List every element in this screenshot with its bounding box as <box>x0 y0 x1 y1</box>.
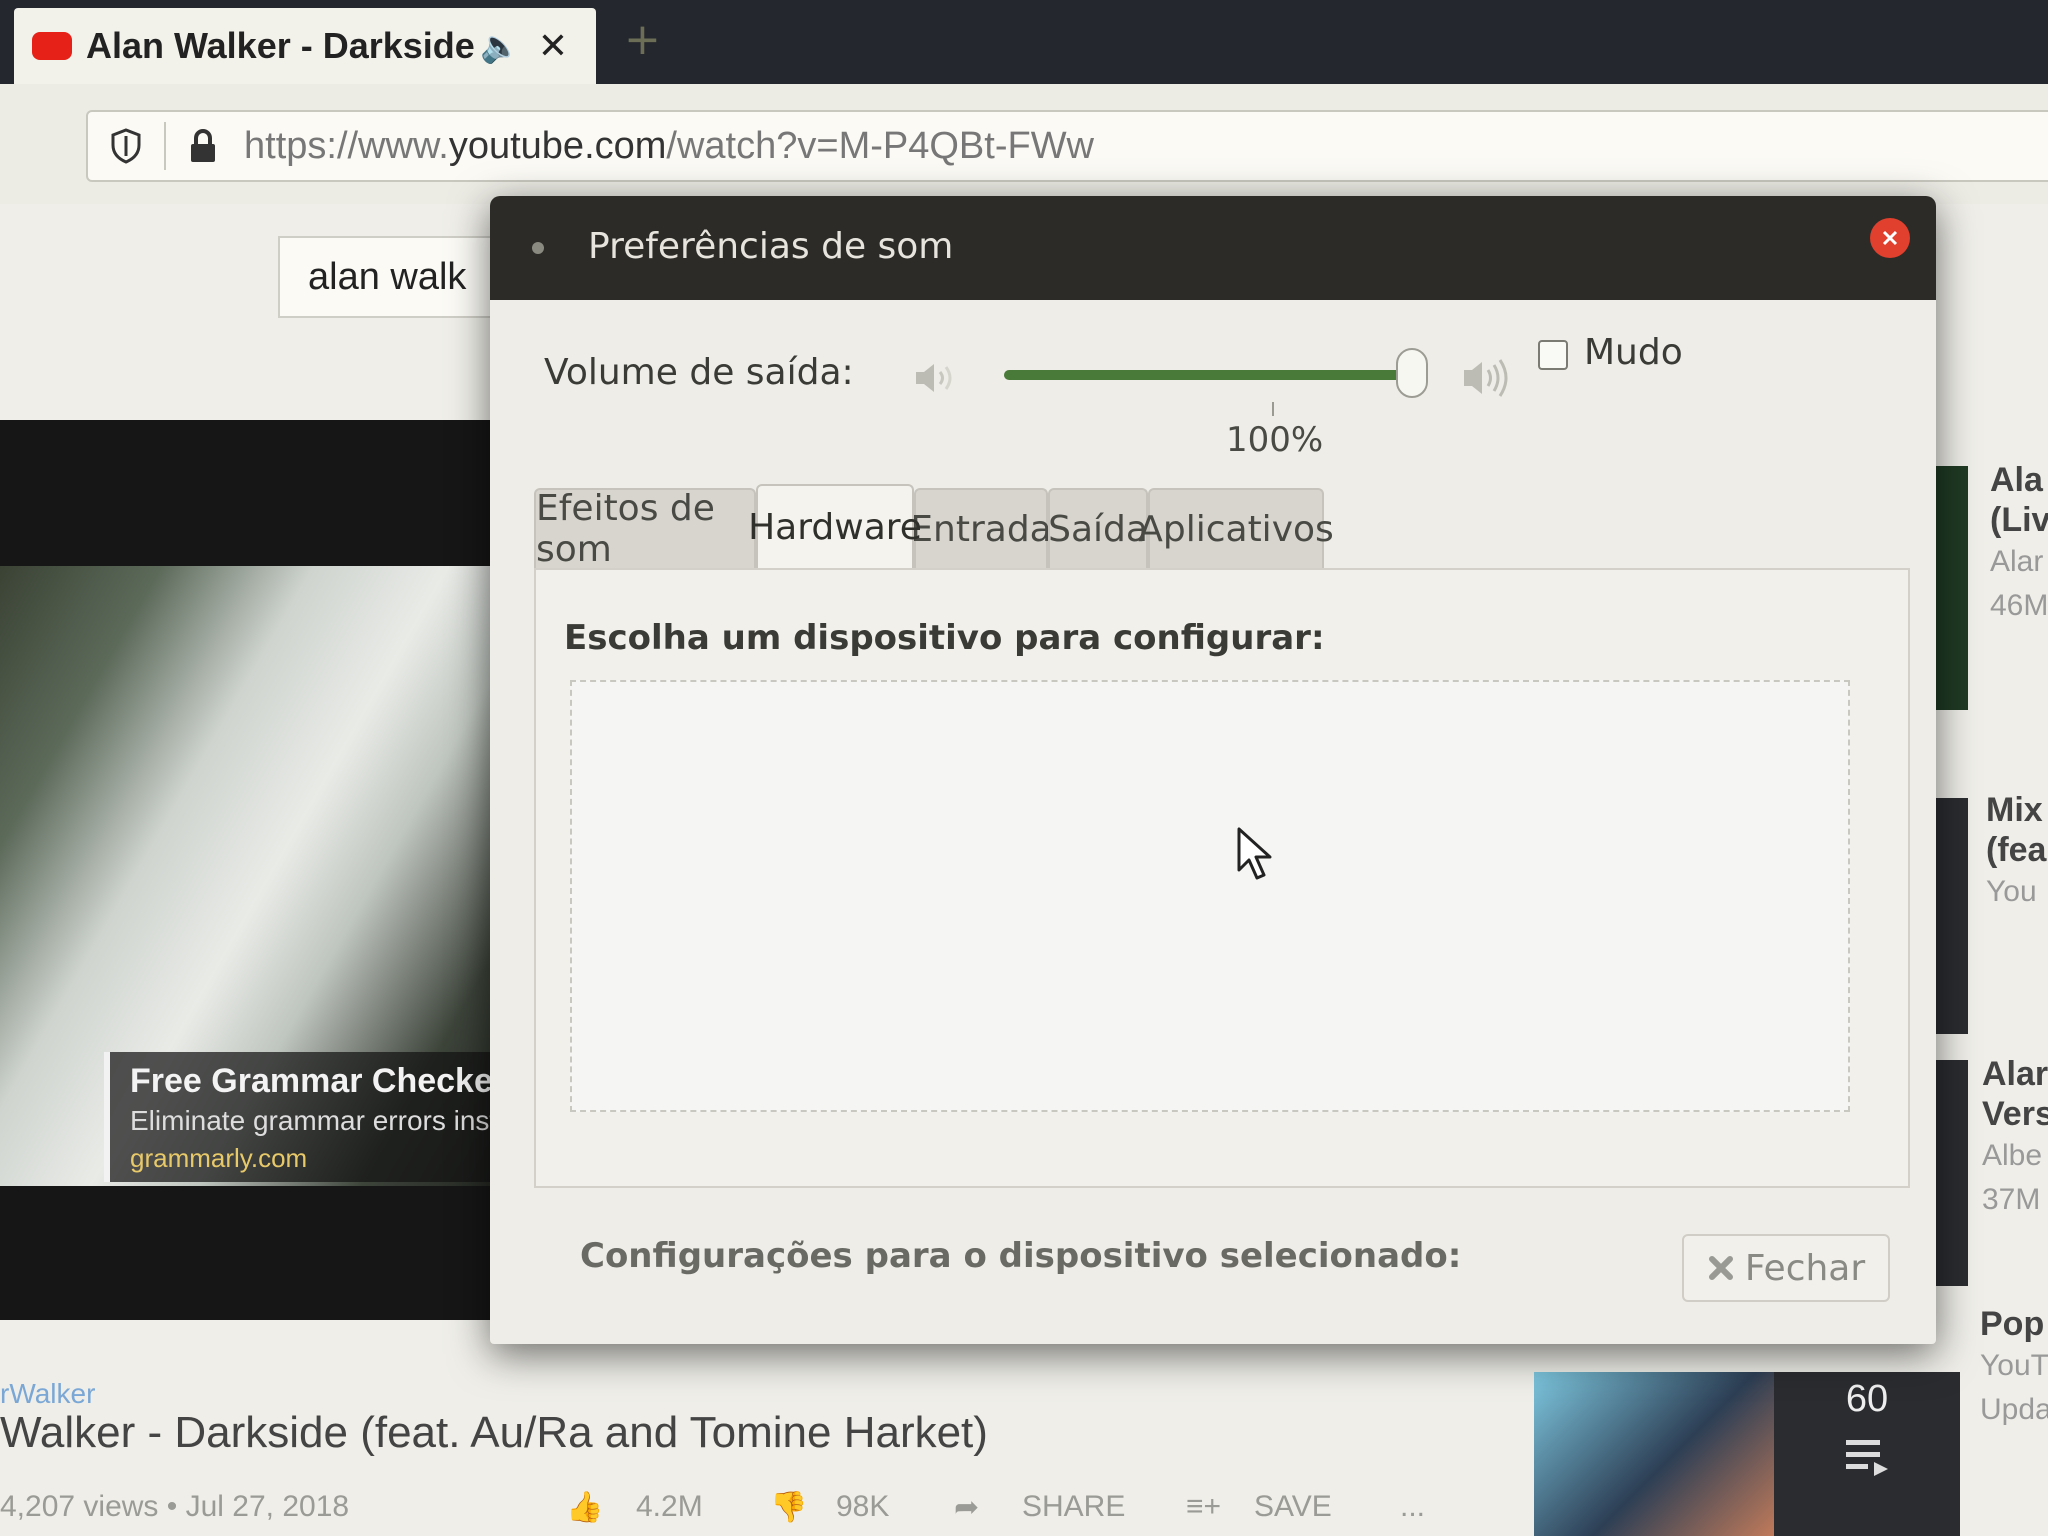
related-views: 37M <box>1982 1183 2041 1216</box>
output-volume-label: Volume de saída: <box>544 352 854 393</box>
volume-slider[interactable] <box>1004 370 1424 380</box>
device-list[interactable] <box>570 680 1850 1112</box>
url-text[interactable]: https://www.youtube.com/watch?v=M-P4QBt-… <box>244 125 1094 168</box>
mute-label[interactable]: Mudo <box>1584 332 1683 373</box>
related-item[interactable]: Alar Vers Albe 37M <box>1982 1054 2048 1222</box>
more-button[interactable]: ... <box>1400 1490 1425 1524</box>
url-domain: youtube.com <box>448 124 667 167</box>
speaker-low-icon <box>916 364 952 392</box>
related-channel: Albe <box>1982 1139 2043 1172</box>
related-item[interactable]: Pop YouT Upda <box>1980 1304 2048 1432</box>
share-icon[interactable]: ➦ <box>954 1490 979 1525</box>
window-menu-icon[interactable] <box>532 242 544 254</box>
related-thumbnail[interactable] <box>1932 1060 1968 1286</box>
related-channel: Alar <box>1990 545 2044 578</box>
tab-applications[interactable]: Aplicativos <box>1138 488 1334 568</box>
dialog-titlebar[interactable]: Preferências de som <box>490 196 1936 300</box>
tab-output[interactable]: Saída <box>1048 488 1148 568</box>
youtube-logo-icon <box>32 32 72 60</box>
speaker-icon[interactable]: 🔈 <box>480 27 520 65</box>
ad-overlay[interactable]: Free Grammar Checker Eliminate grammar e… <box>104 1052 540 1182</box>
related-channel: YouT <box>1980 1349 2048 1382</box>
url-path: /watch?v=M-P4QBt-FWw <box>666 124 1094 167</box>
related-item[interactable]: Mix (fea You <box>1986 790 2048 914</box>
navigation-bar: https://www.youtube.com/watch?v=M-P4QBt-… <box>0 84 2048 204</box>
like-icon[interactable]: 👍 <box>566 1490 603 1525</box>
playlist-icon <box>1846 1440 1888 1476</box>
sound-preferences-dialog: Preferências de som Volume de saída: 100… <box>490 196 1936 1344</box>
related-title: (fea <box>1986 831 2047 869</box>
related-title: Alar <box>1982 1055 2048 1093</box>
playlist-count: 60 <box>1845 1378 1889 1420</box>
dialog-tabs: Efeitos de som Hardware Entrada Saída Ap… <box>534 484 1934 570</box>
dislike-icon[interactable]: 👎 <box>770 1490 807 1525</box>
mute-checkbox[interactable] <box>1538 340 1568 370</box>
tab-title: Alan Walker - Darkside <box>86 25 475 66</box>
related-thumbnail[interactable] <box>1932 466 1968 710</box>
shield-icon[interactable] <box>106 126 146 166</box>
channel-name[interactable]: rWalker <box>0 1378 95 1410</box>
close-button[interactable]: Fechar <box>1682 1234 1890 1302</box>
mouse-cursor-icon <box>1237 827 1272 880</box>
tab-sound-effects[interactable]: Efeitos de som <box>534 488 756 570</box>
save-icon[interactable]: ≡+ <box>1186 1490 1221 1524</box>
related-item[interactable]: Ala (Liv Alar 46M <box>1990 460 2048 628</box>
related-title: Vers <box>1982 1095 2048 1133</box>
tab-hardware[interactable]: Hardware <box>748 484 922 568</box>
browser-tab[interactable]: Alan Walker - Darkside 🔈 ✕ <box>14 8 596 84</box>
playlist-overlay[interactable]: 60 <box>1774 1372 1960 1536</box>
url-bar[interactable]: https://www.youtube.com/watch?v=M-P4QBt-… <box>86 110 2048 182</box>
like-count[interactable]: 4.2M <box>636 1490 703 1524</box>
device-settings-label: Configurações para o dispositivo selecio… <box>580 1236 1462 1276</box>
related-title: Pop <box>1980 1305 2045 1343</box>
url-prefix: https://www. <box>244 124 449 167</box>
close-button-label: Fechar <box>1744 1247 1866 1289</box>
ad-title: Free Grammar Checker <box>130 1062 507 1100</box>
close-tab-icon[interactable]: ✕ <box>538 26 568 67</box>
ad-url: grammarly.com <box>130 1143 308 1173</box>
volume-100-tick <box>1272 402 1274 416</box>
related-thumbnail[interactable] <box>1932 798 1968 1034</box>
save-button[interactable]: SAVE <box>1254 1490 1332 1524</box>
tab-input[interactable]: Entrada <box>910 488 1052 568</box>
video-meta-row: 4,207 views • Jul 27, 2018 👍 4.2M 👎 98K … <box>0 1490 1500 1536</box>
related-title: Mix <box>1986 791 2043 829</box>
new-tab-icon[interactable]: + <box>624 14 661 65</box>
close-icon <box>1882 230 1898 246</box>
choose-device-label: Escolha um dispositivo para configurar: <box>564 618 1325 658</box>
close-window-button[interactable] <box>1870 218 1910 258</box>
browser-tab-bar: Alan Walker - Darkside 🔈 ✕ + <box>0 0 2048 84</box>
volume-percentage: 100% <box>1226 420 1324 460</box>
url-separator <box>164 122 166 170</box>
dialog-title: Preferências de som <box>588 226 954 267</box>
related-title: Ala <box>1990 461 2043 499</box>
share-button[interactable]: SHARE <box>1022 1490 1125 1524</box>
dislike-count[interactable]: 98K <box>836 1490 889 1524</box>
lock-icon[interactable] <box>184 126 222 166</box>
related-views: 46M <box>1990 589 2048 622</box>
ad-subtitle: Eliminate grammar errors inst <box>130 1105 498 1136</box>
hardware-panel: Escolha um dispositivo para configurar: <box>534 568 1910 1188</box>
related-title: (Liv <box>1990 501 2048 539</box>
speaker-high-icon <box>1464 359 1508 397</box>
close-x-icon <box>1708 1256 1733 1280</box>
related-updated: Upda <box>1980 1393 2048 1426</box>
video-title: Walker - Darkside (feat. Au/Ra and Tomin… <box>0 1408 988 1457</box>
related-channel: You <box>1986 875 2037 908</box>
mix-thumbnail[interactable] <box>1534 1372 1774 1536</box>
volume-slider-handle[interactable] <box>1396 348 1428 398</box>
volume-slider-fill <box>1004 370 1424 380</box>
views-date: 4,207 views • Jul 27, 2018 <box>0 1490 350 1523</box>
